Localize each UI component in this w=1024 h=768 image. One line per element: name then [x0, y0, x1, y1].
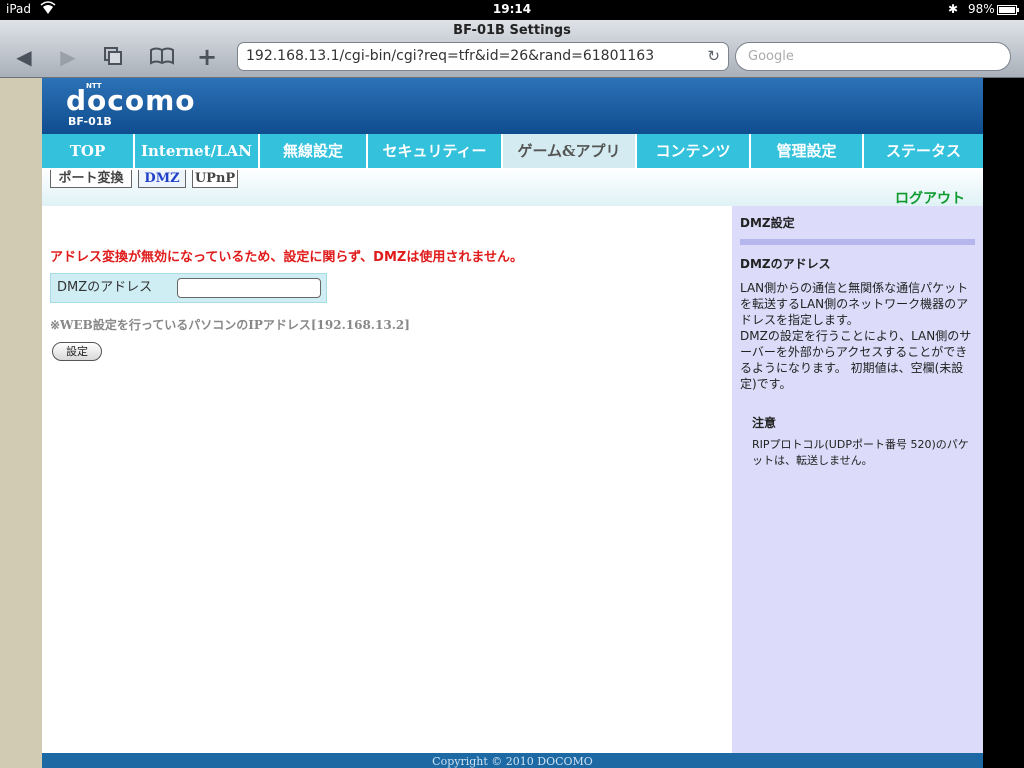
- submit-button[interactable]: 設定: [52, 342, 102, 361]
- help-note-title: 注意: [752, 416, 777, 430]
- subtab-port-forwarding[interactable]: ポート変換: [50, 170, 132, 188]
- pc-ip-note: ※WEB設定を行っているパソコンのIPアドレス[192.168.13.2]: [50, 318, 410, 332]
- forward-icon[interactable]: ▶: [58, 46, 78, 68]
- docomo-logo: NTT docomo: [66, 82, 196, 117]
- tab-security[interactable]: セキュリティー: [368, 134, 501, 168]
- sub-nav: ポート変換 DMZ UPnP ログアウト: [42, 168, 983, 208]
- help-subtitle: DMZのアドレス: [740, 257, 831, 271]
- clock: 19:14: [492, 2, 532, 16]
- help-divider: [740, 239, 975, 245]
- logo-super: NTT: [86, 82, 102, 90]
- subtab-upnp[interactable]: UPnP: [192, 170, 238, 188]
- battery-percent: 98%: [968, 2, 995, 16]
- reload-icon[interactable]: ↻: [707, 47, 720, 65]
- help-text-1: LAN側からの通信と無関係な通信パケットを転送するLAN側のネットワーク機器のア…: [740, 281, 969, 327]
- tab-status[interactable]: ステータス: [864, 134, 983, 168]
- dmz-address-row: DMZのアドレス: [50, 273, 327, 303]
- help-sidebar: DMZ設定 DMZのアドレス LAN側からの通信と無関係な通信パケットを転送する…: [732, 206, 983, 753]
- tabs-icon[interactable]: [102, 46, 124, 68]
- site-header: NTT docomo BF-01B: [42, 78, 983, 134]
- page-gutter: [983, 78, 1024, 768]
- tab-top[interactable]: TOP: [42, 134, 133, 168]
- battery-icon: [997, 5, 1019, 15]
- copyright-footer: Copyright © 2010 DOCOMO: [42, 753, 983, 768]
- help-text-2: DMZの設定を行うことにより、LAN側のサーバーを外部からアクセスすることができ…: [740, 329, 972, 391]
- main-content: アドレス変換が無効になっているため、設定に関らず、DMZは使用されません。 DM…: [42, 206, 732, 753]
- search-input[interactable]: Google: [735, 42, 1011, 71]
- main-nav: TOP Internet/LAN 無線設定 セキュリティー ゲーム&アプリ コン…: [42, 134, 983, 168]
- bluetooth-icon: ✱: [948, 2, 959, 16]
- tab-admin[interactable]: 管理設定: [751, 134, 862, 168]
- subtab-dmz[interactable]: DMZ: [138, 170, 186, 188]
- tab-contents[interactable]: コンテンツ: [637, 134, 749, 168]
- dmz-address-label: DMZのアドレス: [57, 280, 153, 295]
- address-text: 192.168.13.1/cgi-bin/cgi?req=tfr&id=26&r…: [246, 48, 655, 64]
- warning-message: アドレス変換が無効になっているため、設定に関らず、DMZは使用されません。: [50, 250, 523, 265]
- back-icon[interactable]: ◀: [14, 46, 34, 68]
- tab-internet-lan[interactable]: Internet/LAN: [135, 134, 258, 168]
- model-name: BF-01B: [68, 115, 112, 128]
- router-page: NTT docomo BF-01B TOP Internet/LAN 無線設定 …: [42, 78, 983, 768]
- help-note-text: RIPプロトコル(UDPポート番号 520)のパケットは、転送しません。: [752, 438, 969, 467]
- tab-game-apps[interactable]: ゲーム&アプリ: [503, 134, 635, 168]
- tab-wireless[interactable]: 無線設定: [260, 134, 366, 168]
- add-icon[interactable]: +: [196, 45, 218, 69]
- address-bar[interactable]: 192.168.13.1/cgi-bin/cgi?req=tfr&id=26&r…: [237, 42, 729, 71]
- logout-link[interactable]: ログアウト: [895, 188, 965, 208]
- window-title: BF-01B Settings: [453, 23, 571, 38]
- bookmarks-icon[interactable]: [148, 46, 176, 68]
- help-text: LAN側からの通信と無関係な通信パケットを転送するLAN側のネットワーク機器のア…: [740, 280, 975, 392]
- dmz-address-input[interactable]: [177, 278, 321, 298]
- help-title: DMZ設定: [740, 216, 795, 230]
- status-bar: iPad 19:14 ✱ 98%: [0, 0, 1024, 20]
